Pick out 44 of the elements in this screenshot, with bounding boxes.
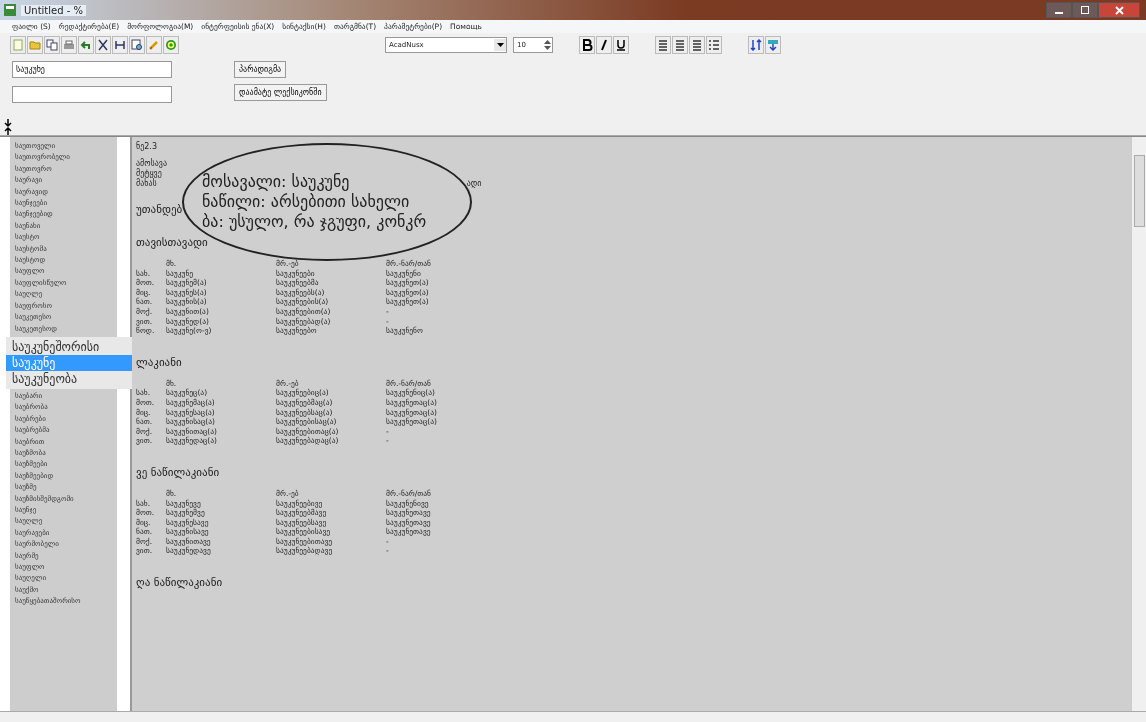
suggestion-item[interactable]: საუკუნეობა (6, 370, 132, 387)
close-icon (1114, 5, 1124, 15)
cut-icon[interactable] (95, 36, 111, 54)
maximize-icon (1081, 6, 1089, 14)
align-icon[interactable] (689, 36, 705, 54)
action-button[interactable]: დაამატე ლექსიკონში (234, 84, 327, 101)
list-icon[interactable] (706, 36, 722, 54)
action-button[interactable]: პარადიგმა (234, 61, 287, 78)
section-heading: უთანდებ (136, 203, 184, 216)
undo-icon[interactable] (78, 36, 94, 54)
tree-icon[interactable] (765, 36, 781, 54)
magnified-text: ნაწილი: არსებითი სახელი (202, 192, 410, 212)
magnified-text: მოსავალი: საუკუნე (202, 172, 350, 192)
app-icon (3, 3, 17, 17)
entry-code: ნე2.3 (136, 142, 158, 151)
section-heading: ღა ნაწილაკიანი (136, 576, 224, 590)
underline-icon[interactable] (613, 36, 629, 54)
info-line: მეტყვე (136, 169, 162, 179)
info-line: ამოსავა (136, 159, 167, 169)
print-icon[interactable] (61, 36, 77, 54)
window-title: Untitled - % (21, 4, 87, 16)
scrollbar[interactable] (1131, 137, 1146, 711)
caret-icon (496, 43, 504, 47)
bold-icon[interactable] (579, 36, 595, 54)
align-icon[interactable] (655, 36, 671, 54)
sort-icon[interactable] (748, 36, 764, 54)
magnified-text: ბა: უსულო, რა ჯგუფი, კონკრ (202, 212, 427, 232)
word-field[interactable]: საუკუნე (12, 61, 172, 78)
splitter-arrow-icon (4, 119, 12, 135)
maximize-button[interactable] (1072, 2, 1098, 18)
info-line: მახას (136, 179, 157, 189)
section-heading: ვე ნაწილაკიანი (136, 465, 221, 479)
copy-icon[interactable] (44, 36, 60, 54)
suggestion-item[interactable]: საუკუნეშორისი (6, 338, 132, 355)
section-heading: თავისთავადი (136, 236, 209, 249)
section-heading: ლაკიანი (136, 355, 183, 369)
align-icon[interactable] (672, 36, 688, 54)
info-line: ადი (466, 179, 482, 189)
spinner-icon (543, 39, 551, 51)
scroll-thumb[interactable] (1134, 155, 1145, 227)
close-button[interactable] (1098, 2, 1140, 18)
input-field[interactable] (12, 86, 172, 103)
minimize-button[interactable] (1046, 2, 1072, 18)
italic-icon[interactable] (596, 36, 612, 54)
